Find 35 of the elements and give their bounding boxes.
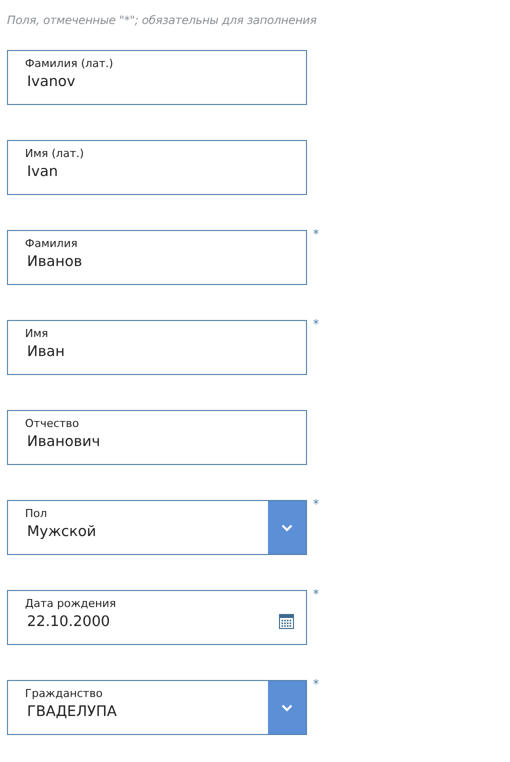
input-field[interactable]: Имя Иван (7, 320, 307, 375)
field-value: Иван (27, 344, 65, 360)
field-value: Ivanov (27, 74, 76, 90)
date-field[interactable]: Дата рождения 22.10.2000 (7, 590, 307, 645)
chevron-down-icon (281, 704, 293, 712)
required-asterisk: * (313, 497, 319, 511)
input-field[interactable]: Отчество Иванович (7, 410, 307, 465)
field-value: Иванович (27, 434, 100, 450)
field-label: Имя (лат.) (25, 147, 84, 160)
field-label: Фамилия (лат.) (25, 57, 114, 70)
chevron-down-icon (281, 524, 293, 532)
field-value: 22.10.2000 (27, 614, 110, 630)
dropdown-button[interactable] (268, 501, 306, 554)
input-field[interactable]: Фамилия (лат.) Ivanov (7, 50, 307, 105)
field-value: Иванов (27, 254, 82, 270)
input-field[interactable]: Фамилия Иванов (7, 230, 307, 285)
required-asterisk: * (313, 227, 319, 241)
field-label: Имя (25, 327, 48, 340)
field-label: Отчество (25, 417, 80, 430)
dropdown-button[interactable] (268, 681, 306, 734)
field-label: Фамилия (25, 237, 78, 250)
dropdown-field[interactable]: Гражданство ГВАДЕЛУПА (7, 680, 307, 735)
field-value: ГВАДЕЛУПА (27, 704, 117, 720)
required-asterisk: * (313, 677, 319, 691)
required-fields-note: Поля, отмеченные "*"; обязательны для заполнения (7, 12, 318, 29)
input-field[interactable]: Имя (лат.) Ivan (7, 140, 307, 195)
required-asterisk: * (313, 587, 319, 601)
required-asterisk: * (313, 317, 319, 331)
field-label: Пол (25, 507, 48, 520)
field-label: Дата рождения (25, 597, 116, 610)
field-value: Ivan (27, 164, 58, 180)
dropdown-field[interactable]: Пол Мужской (7, 500, 307, 555)
field-value: Мужской (27, 524, 96, 540)
field-label: Гражданство (25, 687, 103, 700)
calendar-icon[interactable] (279, 614, 294, 629)
